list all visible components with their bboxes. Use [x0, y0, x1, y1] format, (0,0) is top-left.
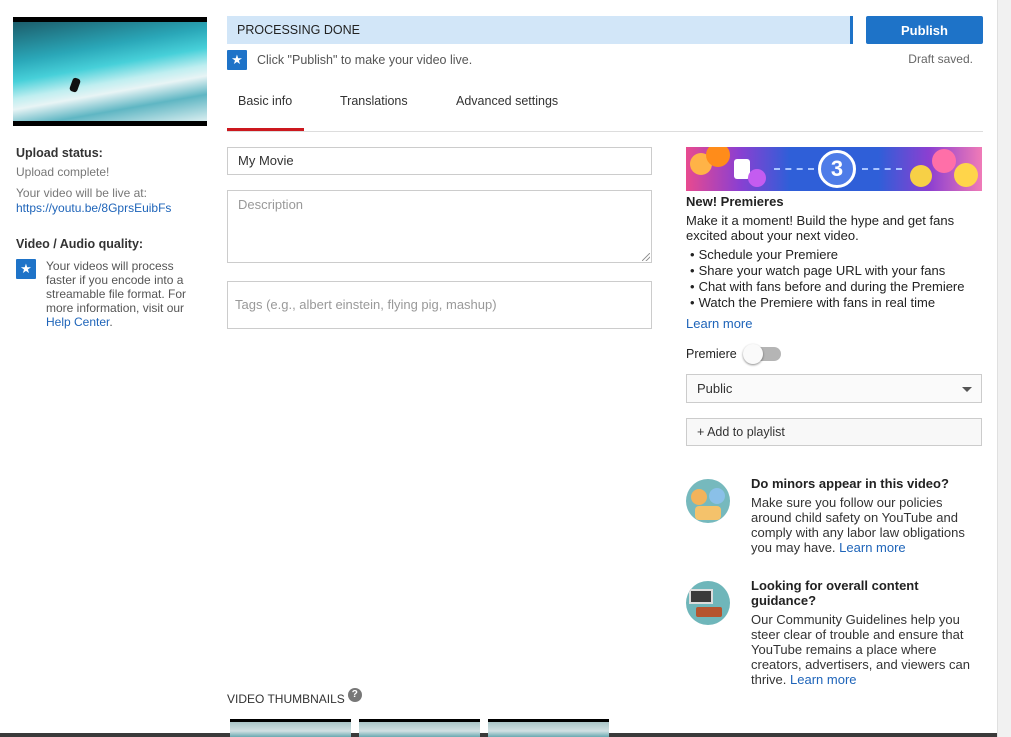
child-face [691, 489, 707, 505]
premieres-bullets: Schedule your Premiere Share your watch … [686, 247, 982, 311]
resize-handle[interactable] [642, 253, 650, 261]
minors-info: Do minors appear in this video? Make sur… [686, 476, 982, 566]
visibility-selected: Public [697, 381, 733, 396]
description-textarea[interactable]: Description [227, 190, 652, 263]
quality-label: Video / Audio quality: [16, 237, 144, 251]
quality-section: Video / Audio quality: ★ Your videos wil… [16, 237, 196, 329]
video-url-link[interactable]: https://youtu.be/8GprsEuibFs [16, 201, 196, 215]
tags-input[interactable]: Tags (e.g., albert einstein, flying pig,… [227, 281, 652, 329]
banner-character [932, 149, 956, 173]
board-shape [689, 589, 713, 604]
children-bodies [695, 506, 721, 520]
guidance-text: Looking for overall content guidance? Ou… [751, 578, 981, 687]
banner-dash-right [862, 168, 902, 170]
guidelines-illustration-icon [686, 581, 730, 625]
publish-hint: ★ Click "Publish" to make your video liv… [227, 50, 472, 70]
guidance-body: Our Community Guidelines help you steer … [751, 612, 970, 687]
minors-body-wrap: Make sure you follow our policies around… [751, 495, 981, 555]
minors-text: Do minors appear in this video? Make sur… [751, 476, 981, 555]
processing-status-bar: PROCESSING DONE [227, 16, 853, 44]
add-to-playlist-button[interactable]: + Add to playlist [686, 418, 982, 446]
premiere-toggle-label: Premiere [686, 347, 737, 361]
desk-shape [696, 607, 722, 617]
premieres-body: Make it a moment! Build the hype and get… [686, 213, 955, 243]
guidance-learn-more-link[interactable]: Learn more [790, 672, 856, 687]
banner-dash-left [774, 168, 814, 170]
publish-hint-text: Click "Publish" to make your video live. [257, 53, 473, 67]
tab-bar: Basic info Translations Advanced setting… [227, 88, 983, 132]
quality-body: Your videos will process faster if you e… [46, 259, 187, 315]
premieres-bullet: Schedule your Premiere [686, 247, 982, 263]
window-scrollbar[interactable] [997, 0, 1011, 737]
upload-status-value: Upload complete! [16, 165, 110, 179]
child-face [709, 488, 725, 504]
tab-advanced-settings[interactable]: Advanced settings [456, 88, 558, 131]
thumbnail-image [230, 722, 351, 737]
minors-title: Do minors appear in this video? [751, 476, 949, 491]
premiere-toggle-row: Premiere [686, 344, 781, 364]
premieres-learn-more-link[interactable]: Learn more [686, 316, 982, 331]
premieres-banner: 3 [686, 147, 982, 191]
visibility-select[interactable]: Public [686, 374, 982, 403]
video-preview-image [13, 22, 207, 121]
help-icon[interactable]: ? [347, 688, 362, 702]
guidance-info: Looking for overall content guidance? Ou… [686, 578, 982, 687]
quality-suffix: . [109, 315, 113, 329]
video-preview[interactable] [13, 17, 207, 126]
premieres-bullet: Chat with fans before and during the Pre… [686, 279, 982, 295]
tab-basic-info[interactable]: Basic info [227, 88, 304, 131]
star-icon: ★ [16, 259, 36, 279]
draft-saved-text: Draft saved. [908, 52, 973, 66]
publish-button[interactable]: Publish [866, 16, 983, 44]
tab-translations[interactable]: Translations [340, 88, 408, 131]
help-center-link[interactable]: Help Center [46, 315, 109, 329]
minors-learn-more-link[interactable]: Learn more [839, 540, 905, 555]
children-illustration-icon [686, 479, 730, 523]
banner-character [910, 165, 932, 187]
quality-text: Your videos will process faster if you e… [46, 259, 196, 329]
live-at-label: Your video will be live at: [16, 186, 147, 200]
premieres-bullet: Watch the Premiere with fans in real tim… [686, 295, 982, 311]
title-input[interactable]: My Movie [227, 147, 652, 175]
thumbnail-option-3[interactable] [488, 719, 609, 737]
countdown-icon: 3 [818, 150, 856, 188]
star-icon: ★ [227, 50, 247, 70]
upload-status-section: Upload status: Upload complete! Your vid… [16, 146, 196, 215]
toggle-knob [742, 344, 763, 364]
premiere-toggle[interactable] [742, 344, 781, 364]
video-thumbnails-heading: VIDEO THUMBNAILS ? [227, 688, 362, 706]
premieres-bullet: Share your watch page URL with your fans [686, 263, 982, 279]
guidance-title: Looking for overall content guidance? [751, 578, 919, 608]
chevron-down-icon [962, 387, 972, 392]
guidance-body-wrap: Our Community Guidelines help you steer … [751, 612, 981, 687]
premieres-title: New! Premieres [686, 194, 784, 209]
banner-character [706, 147, 730, 167]
thumbnail-option-1[interactable] [230, 719, 351, 737]
surfer-figure [68, 77, 82, 93]
banner-character [954, 163, 978, 187]
thumbnail-option-2[interactable] [359, 719, 480, 737]
upload-status-label: Upload status: [16, 146, 103, 160]
video-thumbnails-label: VIDEO THUMBNAILS [227, 692, 345, 706]
thumbnail-image [359, 722, 480, 737]
banner-character [748, 169, 766, 187]
thumbnail-image [488, 722, 609, 737]
description-placeholder: Description [238, 197, 304, 212]
premieres-info: New! Premieres Make it a moment! Build t… [686, 194, 982, 331]
